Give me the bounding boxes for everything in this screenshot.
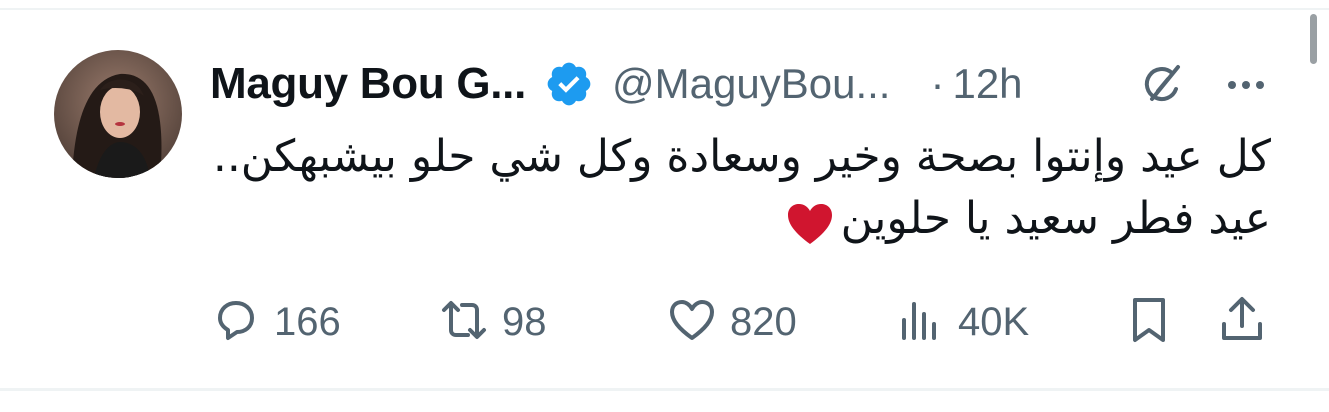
heart-outline-icon [666,294,718,351]
action-bar: 166 98 820 40K [210,292,1280,352]
tweet-text: كل عيد وإنتوا بصحة وخير وسعادة وكل شي حل… [212,126,1271,250]
more-dots-icon[interactable] [1220,59,1272,111]
repost-icon [438,294,490,351]
avatar[interactable] [54,50,182,178]
share-button[interactable] [1216,292,1268,352]
tweet-timestamp[interactable]: 12h [952,60,1022,108]
bookmark-icon [1123,294,1175,351]
reply-button[interactable]: 166 [210,292,341,352]
author-display-name[interactable]: Maguy Bou G... [210,59,526,109]
bookmark-button[interactable] [1123,292,1175,352]
share-icon [1216,294,1268,351]
tweet-text-line-1: كل عيد وإنتوا بصحة وخير وسعادة وكل شي حل… [212,131,1271,182]
repost-count: 98 [502,299,547,344]
like-button[interactable]: 820 [666,292,797,352]
tweet-text-line-2: عيد فطر سعيد يا حلوين [221,188,1271,250]
bottom-divider [0,388,1329,391]
author-handle[interactable]: @MaguyBou... [612,60,890,108]
tweet-header: Maguy Bou G... @MaguyBou... · 12h [210,56,1290,112]
scrollbar[interactable] [1310,14,1317,64]
top-divider [0,8,1329,10]
grok-icon[interactable] [1136,59,1188,111]
like-count: 820 [730,299,797,344]
reply-count: 166 [274,299,341,344]
red-heart-emoji-icon [787,200,833,244]
repost-button[interactable]: 98 [438,292,547,352]
views-bars-icon [894,294,946,351]
separator-dot: · [930,60,945,107]
tweet-text-line-2-text: عيد فطر سعيد يا حلوين [840,193,1271,244]
reply-bubble-icon [210,294,262,351]
verified-badge-icon[interactable] [544,59,594,109]
views-button[interactable]: 40K [894,292,1029,352]
views-count: 40K [958,299,1030,344]
